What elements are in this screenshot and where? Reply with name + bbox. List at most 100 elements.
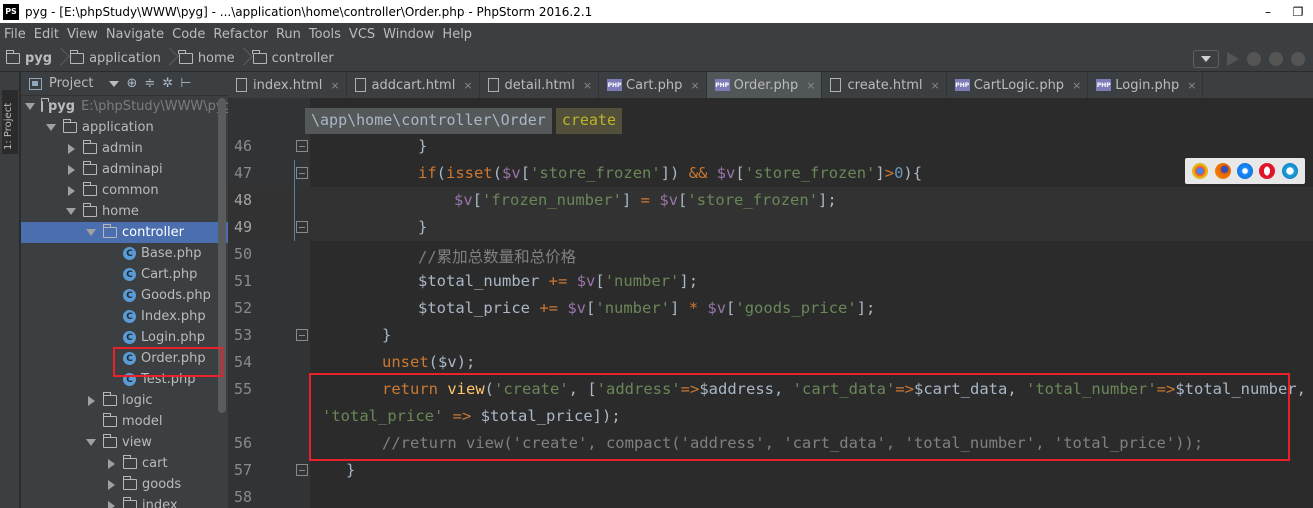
nav-crumb-home[interactable]: home [173,45,239,72]
breadcrumb-class-path[interactable]: \app\home\controller\Order [305,108,552,134]
fold-marker-icon[interactable] [296,221,308,233]
project-tree: pyg E:\phpStudy\WWW\pyg application admi… [21,96,228,508]
nav-crumb-application[interactable]: application [64,45,165,72]
hide-panel-icon[interactable]: ⊢ [180,76,191,91]
tree-row-admin[interactable]: admin [21,138,228,159]
code-line: 57 } [228,457,1313,484]
close-icon[interactable]: × [1187,79,1196,92]
tree-row-model[interactable]: model [21,411,228,432]
chevron-right-icon[interactable] [85,395,97,407]
phpstorm-logo-icon: PS [3,3,19,20]
tab-create-html[interactable]: create.html × [822,72,947,98]
menu-vcs[interactable]: VCS [345,27,379,42]
collapse-all-icon[interactable]: ≑ [144,76,155,91]
tree-item-label: controller [122,225,185,240]
folder-icon [82,182,97,196]
tree-row-index-php[interactable]: C Index.php [21,306,228,327]
tab-detail-html[interactable]: detail.html × [480,72,600,98]
locate-icon[interactable]: ⊕ [126,76,137,91]
menu-refactor[interactable]: Refactor [209,27,272,42]
close-icon[interactable]: × [463,79,472,92]
chrome-icon[interactable] [1192,163,1209,179]
html-file-icon [354,78,366,92]
breadcrumb-method[interactable]: create [555,108,622,134]
tree-row-common[interactable]: common [21,180,228,201]
chevron-right-icon[interactable] [105,458,117,470]
tree-row-logic[interactable]: logic [21,390,228,411]
run-icon[interactable] [1227,51,1239,66]
chevron-down-icon[interactable] [65,206,77,218]
tree-row-adminapi[interactable]: adminapi [21,159,228,180]
project-view-selector[interactable]: Project [29,76,120,91]
chevron-down-icon[interactable] [45,122,57,134]
menu-window[interactable]: Window [379,27,438,42]
tree-row-home[interactable]: home [21,201,228,222]
close-icon[interactable]: × [806,79,815,92]
project-tool-tab[interactable]: 1: Project [2,90,18,154]
close-icon[interactable]: × [931,79,940,92]
tab-index-html[interactable]: index.html × [228,72,347,98]
menu-help[interactable]: Help [438,27,476,42]
menu-navigate[interactable]: Navigate [102,27,168,42]
nav-crumb-controller[interactable]: controller [247,45,338,72]
opera-icon[interactable] [1259,163,1276,179]
menu-edit[interactable]: Edit [30,27,63,42]
tree-row-goods[interactable]: goods [21,474,228,495]
code-editor[interactable]: \app\home\controller\Order create 46 } 4… [228,98,1313,508]
fold-marker-icon[interactable] [296,464,308,476]
chevron-right-icon[interactable] [105,500,117,508]
tree-row-view[interactable]: view [21,432,228,453]
folder-icon [102,434,117,448]
folder-icon [62,119,77,133]
chevron-right-icon[interactable] [65,164,77,176]
menu-file[interactable]: File [0,27,30,42]
run-config-dropdown[interactable] [1193,49,1219,68]
menu-view[interactable]: View [63,27,102,42]
fold-marker-icon[interactable] [296,329,308,341]
close-icon[interactable]: × [1072,79,1081,92]
tab-order-php[interactable]: PHP Order.php × [706,72,823,98]
tree-row-root[interactable]: pyg E:\phpStudy\WWW\pyg [21,96,228,117]
crumb-separator [239,45,247,72]
menu-tools[interactable]: Tools [305,27,345,42]
chevron-down-icon[interactable] [25,101,35,113]
tab-cart-php[interactable]: PHP Cart.php × [599,72,707,98]
chevron-down-icon[interactable] [85,437,97,449]
chevron-right-icon[interactable] [65,185,77,197]
line-number: 48 [234,191,253,209]
tree-row-cart[interactable]: cart [21,453,228,474]
safari-icon[interactable] [1236,163,1253,179]
tree-row-controller[interactable]: controller [21,222,228,243]
tree-row-goods-php[interactable]: C Goods.php [21,285,228,306]
close-icon[interactable]: × [583,79,592,92]
menu-code[interactable]: Code [168,27,209,42]
gear-icon[interactable]: ✲ [162,76,173,91]
tree-row-base-php[interactable]: C Base.php [21,243,228,264]
tree-row-application[interactable]: application [21,117,228,138]
tab-cartlogic-php[interactable]: PHP CartLogic.php × [947,72,1089,98]
tree-row-index[interactable]: index [21,495,228,508]
editor-breadcrumbs: \app\home\controller\Order create [305,108,622,134]
close-icon[interactable]: × [330,79,339,92]
restore-button[interactable]: ❐ [1283,0,1313,23]
firefox-icon[interactable] [1214,163,1231,179]
fold-marker-icon[interactable] [296,140,308,152]
coverage-icon[interactable] [1269,51,1283,66]
close-icon[interactable]: × [690,79,699,92]
nav-crumb-pyg[interactable]: pyg [0,45,56,72]
ie-icon[interactable] [1281,163,1298,179]
fold-marker-icon[interactable] [296,167,308,179]
tree-row-login-php[interactable]: C Login.php [21,327,228,348]
chevron-right-icon[interactable] [65,143,77,155]
tree-row-cart-php[interactable]: C Cart.php [21,264,228,285]
debug-icon[interactable] [1247,51,1261,66]
stop-icon[interactable] [1291,51,1305,66]
tab-login-php[interactable]: PHP Login.php × [1088,72,1204,98]
code-line: 52 $total_price += $v['number'] * $v['go… [228,295,1313,322]
chevron-down-icon[interactable] [85,227,97,239]
tab-addcart-html[interactable]: addcart.html × [347,72,480,98]
line-number: 46 [234,137,253,155]
menu-run[interactable]: Run [272,27,305,42]
minimize-button[interactable]: – [1253,0,1283,23]
chevron-right-icon[interactable] [105,479,117,491]
